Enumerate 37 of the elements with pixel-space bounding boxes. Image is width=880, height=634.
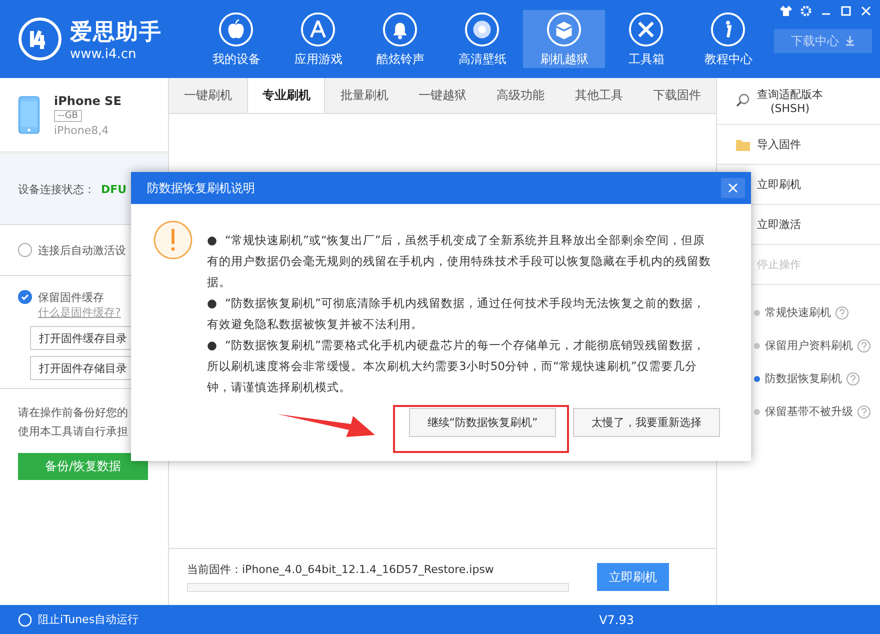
action-button[interactable]: 立即激活 xyxy=(757,217,801,232)
nav-item[interactable]: 刷机越狱 xyxy=(523,10,606,68)
mode-label: 常规快速刷机 xyxy=(765,305,831,320)
version-label: V7.93 xyxy=(599,612,634,626)
nav-item[interactable]: 工具箱 xyxy=(605,10,688,68)
keep-cache-label: 保留固件缓存 xyxy=(38,290,105,305)
auto-activate-label: 连接后自动激活设 xyxy=(38,242,126,258)
close-button[interactable]: × xyxy=(721,178,745,198)
mode-label: 防数据恢复刷机 xyxy=(765,371,842,386)
dialog-paragraph: ● “常规快速刷机”或“恢复出厂”后，虽然手机变成了全新系统并且释放出全部剩余空间，但原有的用户数据仍会毫无规则的残留在手机内，使用特殊技术手段可以恢复隐藏在手机内的残留数据。 xyxy=(207,232,712,291)
notice-text: 使用本工具请自行承担 xyxy=(18,424,129,439)
dialog-button[interactable]: 继续“防数据恢复刷机” xyxy=(409,408,556,437)
nav-item[interactable]: 高清壁纸 xyxy=(441,10,524,68)
dialog-button[interactable]: 太慢了，我要重新选择 xyxy=(573,408,720,437)
action-button[interactable]: 查询适配版本 (SHSH) xyxy=(757,87,823,115)
device-model: iPhone8,4 xyxy=(54,124,109,137)
logo-url: www.i4.cn xyxy=(70,46,138,62)
dialog-title: 防数据恢复刷机说明 xyxy=(147,180,255,196)
logo-name: 爱思助手 xyxy=(70,18,162,46)
capacity-badge: --GB xyxy=(54,110,82,122)
nav-item[interactable]: 教程中心 xyxy=(687,10,770,68)
action-button[interactable]: 导入固件 xyxy=(757,137,801,152)
firmware-label: 当前固件：iPhone_4.0_64bit_12.1.4_16D57_Restore.ipsw xyxy=(187,562,495,577)
mode-label: 保留用户资料刷机 xyxy=(765,338,853,353)
itunes-label: 阻止iTunes自动运行 xyxy=(38,612,139,627)
dialog-paragraph: ● “防数据恢复刷机”可彻底清除手机内残留数据，通过任何技术手段均无法恢复之前的数据，有效避免隐私数据被恢复并被不法利用。 xyxy=(207,295,706,333)
connection-label: 设备连接状态： xyxy=(18,182,95,196)
nav-item[interactable]: 应用游戏 xyxy=(277,10,360,68)
device-name: iPhone SE xyxy=(54,94,122,108)
mode-label: 保留基带不被升级 xyxy=(765,404,853,419)
nav-item[interactable]: 我的设备 xyxy=(195,10,278,68)
nav-item[interactable]: 酷炫铃声 xyxy=(359,10,442,68)
tab[interactable]: 专业刷机 xyxy=(247,78,326,113)
connection-status: DFU xyxy=(101,182,127,196)
action-button[interactable]: 立即刷机 xyxy=(757,177,801,192)
notice-text: 请在操作前备份好您的 xyxy=(18,405,129,420)
dialog-paragraph: ● “防数据恢复刷机”需要格式化手机内硬盘芯片的每一个存储单元，才能彻底销毁残留数据，所以刷机速度将会非常缓慢。本次刷机大约需要3小时50分钟，而“常规快速刷机”仅需要几分钟，请谨慎选择刷机模式。 xyxy=(207,337,706,396)
